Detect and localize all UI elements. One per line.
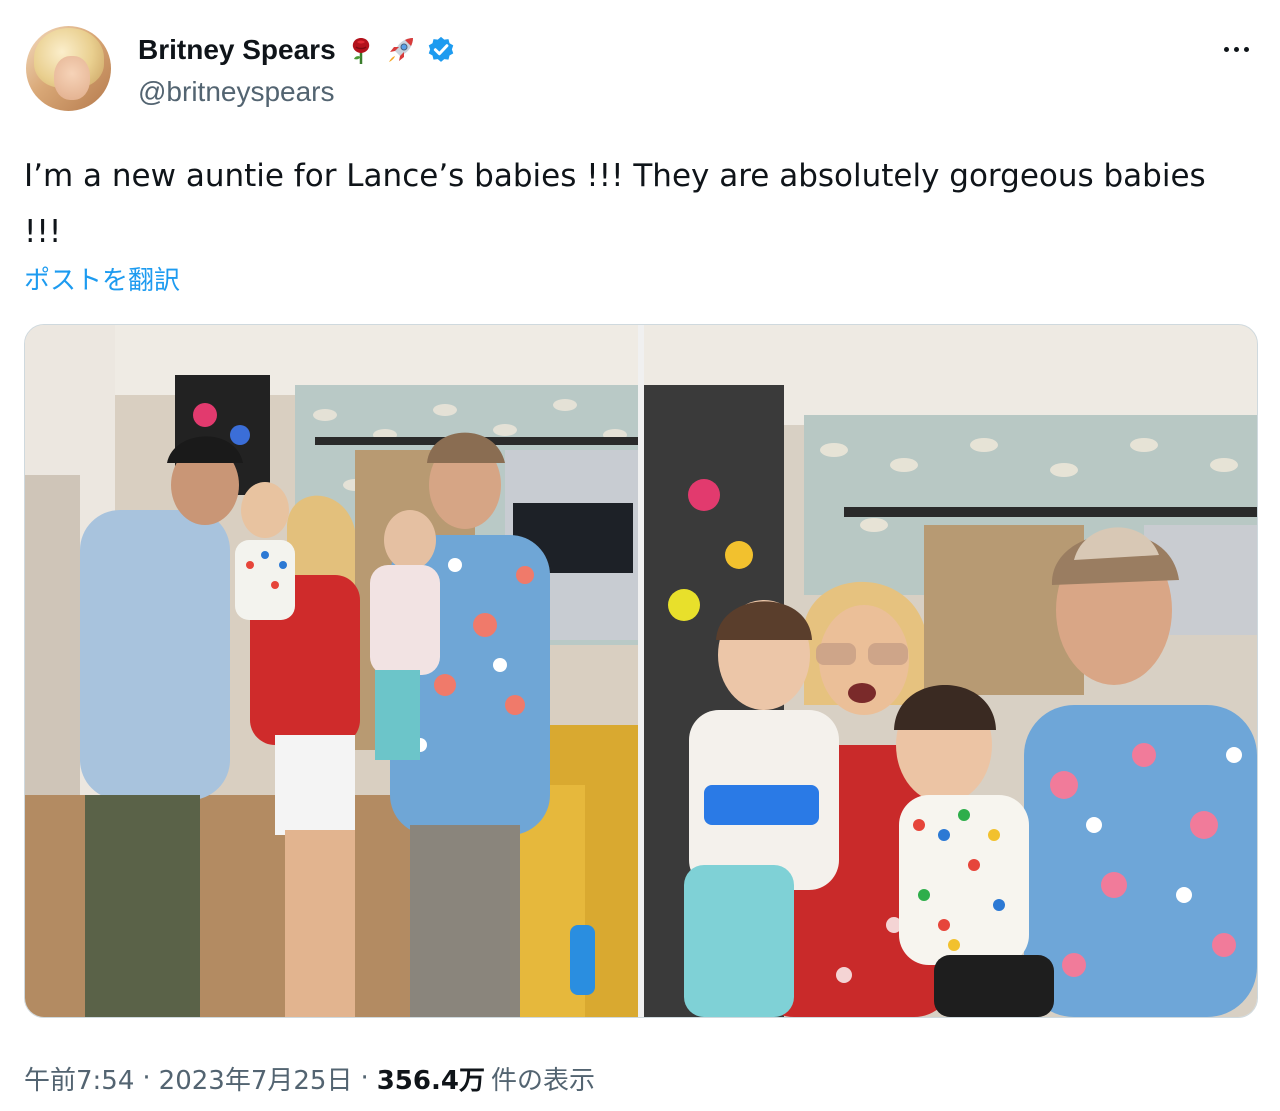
- media-grid: [24, 324, 1258, 1018]
- views-label: 件の表示: [490, 1065, 595, 1096]
- tweet-time[interactable]: 午前7:54: [24, 1060, 134, 1097]
- display-name[interactable]: Britney Spears: [138, 34, 336, 66]
- tweet-meta: 午前7:54 · 2023年7月25日 · 356.4万 件の表示: [24, 1058, 595, 1098]
- tweet-header: Britney Spears @britneyspears: [26, 26, 1256, 116]
- avatar[interactable]: [26, 26, 111, 111]
- avatar-face: [54, 56, 90, 100]
- verified-badge-icon[interactable]: [426, 35, 456, 65]
- photo-1[interactable]: [25, 325, 638, 1017]
- rocket-icon: [388, 38, 413, 62]
- rose-icon: [352, 38, 369, 64]
- more-dot-icon: [1223, 46, 1229, 52]
- photo-2-image: [644, 325, 1257, 1017]
- more-options-button[interactable]: [1216, 34, 1256, 64]
- meta-separator: ·: [142, 1063, 151, 1093]
- more-dot-icon: [1233, 46, 1239, 52]
- views-count: 356.4万: [376, 1065, 485, 1096]
- tweet-date[interactable]: 2023年7月25日: [159, 1060, 353, 1097]
- name-row: Britney Spears: [138, 30, 456, 70]
- photo-2[interactable]: [644, 325, 1257, 1017]
- photo-1-image: [25, 325, 638, 1017]
- tweet-text: I’m a new auntie for Lance’s babies !!! …: [24, 158, 1206, 250]
- author-handle[interactable]: @britneyspears: [138, 76, 335, 108]
- meta-separator: ·: [360, 1063, 369, 1093]
- translate-post-link[interactable]: ポストを翻訳: [24, 260, 180, 297]
- more-dot-icon: [1243, 46, 1249, 52]
